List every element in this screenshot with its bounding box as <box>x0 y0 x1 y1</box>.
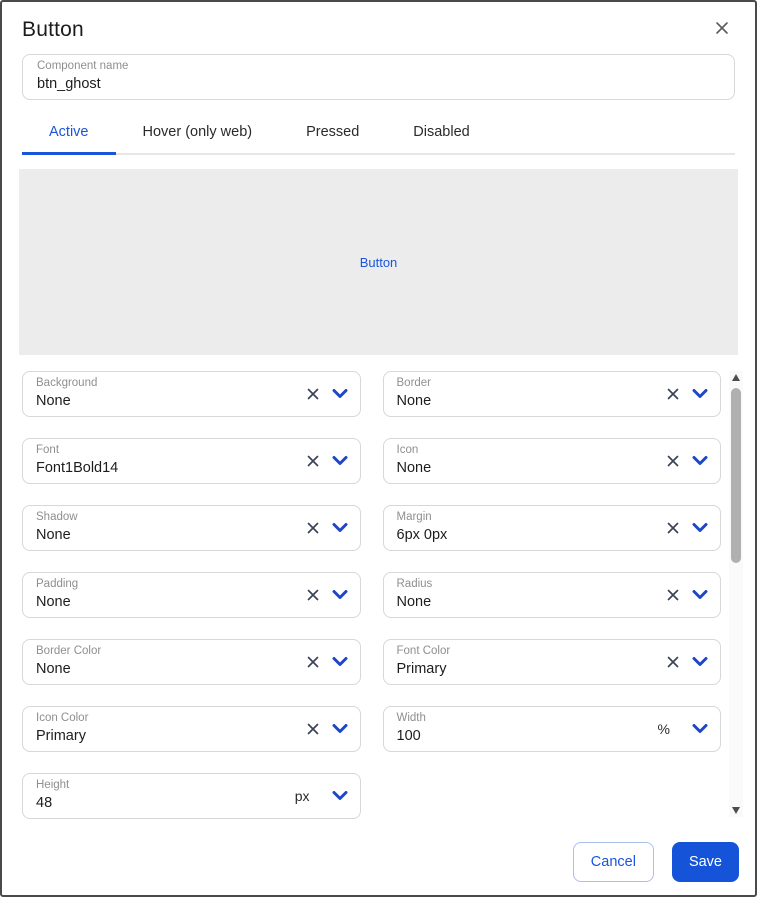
style-fields-section: Background None Border None Font Font1Bo… <box>2 371 755 819</box>
clear-icon[interactable] <box>306 387 320 401</box>
field-height[interactable]: Height 48 px <box>22 773 361 819</box>
field-label: Icon Color <box>36 712 286 726</box>
field-border-color[interactable]: Border Color None <box>22 639 361 685</box>
field-value: None <box>36 527 286 544</box>
field-shadow[interactable]: Shadow None <box>22 505 361 551</box>
button-style-dialog: Button Component name btn_ghost Active H… <box>0 0 757 897</box>
unit-label: % <box>658 721 670 737</box>
cancel-button[interactable]: Cancel <box>573 842 654 882</box>
field-padding[interactable]: Padding None <box>22 572 361 618</box>
field-value: 100 <box>397 728 647 745</box>
close-button[interactable] <box>709 17 735 43</box>
field-label: Background <box>36 377 286 391</box>
style-fields-grid: Background None Border None Font Font1Bo… <box>22 371 721 819</box>
field-margin[interactable]: Margin 6px 0px <box>383 505 722 551</box>
field-label: Border <box>397 377 647 391</box>
chevron-down-icon[interactable] <box>332 791 348 801</box>
field-label: Width <box>397 712 647 726</box>
component-name-label: Component name <box>37 60 720 74</box>
chevron-down-icon[interactable] <box>692 456 708 466</box>
field-value: None <box>36 594 286 611</box>
tab-active[interactable]: Active <box>22 112 116 153</box>
clear-icon[interactable] <box>306 722 320 736</box>
field-font-color[interactable]: Font Color Primary <box>383 639 722 685</box>
chevron-down-icon[interactable] <box>692 724 708 734</box>
field-label: Margin <box>397 511 647 525</box>
chevron-down-icon[interactable] <box>332 724 348 734</box>
dialog-footer: Cancel Save <box>2 842 755 895</box>
field-width[interactable]: Width 100 % <box>383 706 722 752</box>
field-value: None <box>397 393 647 410</box>
field-icon[interactable]: Icon None <box>383 438 722 484</box>
field-label: Padding <box>36 578 286 592</box>
chevron-down-icon[interactable] <box>692 389 708 399</box>
field-label: Height <box>36 779 286 793</box>
clear-icon[interactable] <box>306 521 320 535</box>
scrollbar[interactable] <box>729 371 743 817</box>
unit-label: px <box>295 788 310 804</box>
chevron-down-icon[interactable] <box>332 523 348 533</box>
tab-pressed[interactable]: Pressed <box>279 112 386 153</box>
field-value: None <box>36 661 286 678</box>
dialog-title: Button <box>22 18 84 42</box>
field-value: Primary <box>397 661 647 678</box>
chevron-down-icon[interactable] <box>332 590 348 600</box>
field-label: Icon <box>397 444 647 458</box>
dialog-header: Button <box>2 2 755 52</box>
tab-hover[interactable]: Hover (only web) <box>116 112 280 153</box>
button-preview-area: Button <box>19 169 738 355</box>
chevron-down-icon[interactable] <box>692 590 708 600</box>
chevron-down-icon[interactable] <box>332 456 348 466</box>
field-font[interactable]: Font Font1Bold14 <box>22 438 361 484</box>
field-value: 6px 0px <box>397 527 647 544</box>
scroll-up-icon[interactable] <box>732 374 740 381</box>
scroll-down-icon[interactable] <box>732 807 740 814</box>
component-name-field[interactable]: Component name btn_ghost <box>22 54 735 100</box>
chevron-down-icon[interactable] <box>332 389 348 399</box>
field-label: Font <box>36 444 286 458</box>
chevron-down-icon[interactable] <box>692 523 708 533</box>
field-label: Border Color <box>36 645 286 659</box>
field-background[interactable]: Background None <box>22 371 361 417</box>
field-label: Shadow <box>36 511 286 525</box>
clear-icon[interactable] <box>666 454 680 468</box>
clear-icon[interactable] <box>666 655 680 669</box>
clear-icon[interactable] <box>306 588 320 602</box>
clear-icon[interactable] <box>306 655 320 669</box>
chevron-down-icon[interactable] <box>692 657 708 667</box>
field-value: Font1Bold14 <box>36 460 286 477</box>
field-value: None <box>397 460 647 477</box>
field-value: 48 <box>36 795 286 812</box>
close-icon <box>713 19 731 42</box>
tab-disabled[interactable]: Disabled <box>386 112 496 153</box>
chevron-down-icon[interactable] <box>332 657 348 667</box>
save-button[interactable]: Save <box>672 842 739 882</box>
field-radius[interactable]: Radius None <box>383 572 722 618</box>
field-label: Font Color <box>397 645 647 659</box>
preview-button: Button <box>360 255 398 270</box>
field-label: Radius <box>397 578 647 592</box>
field-border[interactable]: Border None <box>383 371 722 417</box>
field-value: None <box>397 594 647 611</box>
component-name-value: btn_ghost <box>37 76 720 93</box>
clear-icon[interactable] <box>306 454 320 468</box>
state-tabs: Active Hover (only web) Pressed Disabled <box>22 112 735 155</box>
field-value: None <box>36 393 286 410</box>
clear-icon[interactable] <box>666 588 680 602</box>
clear-icon[interactable] <box>666 521 680 535</box>
scrollbar-thumb[interactable] <box>731 388 741 563</box>
field-icon-color[interactable]: Icon Color Primary <box>22 706 361 752</box>
clear-icon[interactable] <box>666 387 680 401</box>
field-value: Primary <box>36 728 286 745</box>
